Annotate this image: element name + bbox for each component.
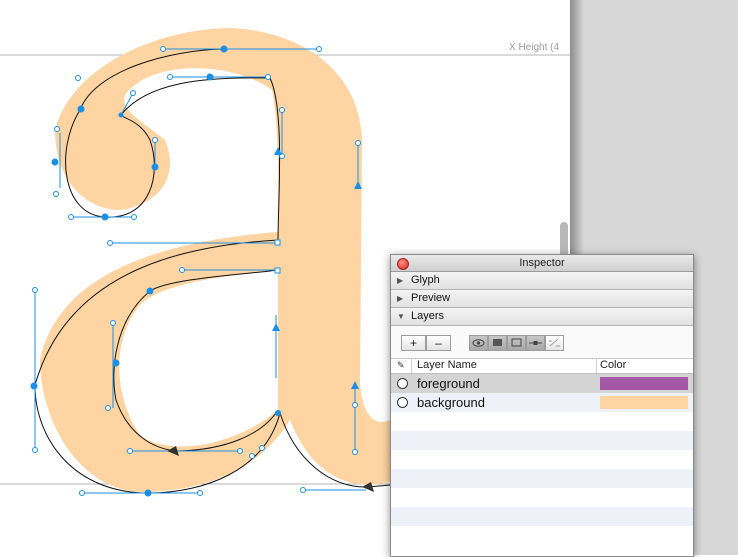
layers-table: foreground background	[391, 374, 693, 545]
empty-row	[391, 469, 693, 488]
eye-icon	[472, 339, 485, 347]
layer-name[interactable]: background	[417, 395, 485, 410]
table-row[interactable]: foreground	[391, 374, 693, 393]
inspector-panel: Inspector ▶ Glyph ▶ Preview ▼ Layers + –…	[390, 254, 694, 557]
empty-row	[391, 431, 693, 450]
disclosure-collapsed-icon: ▶	[397, 294, 404, 303]
background-glyph-fill	[40, 28, 390, 493]
empty-row	[391, 526, 693, 545]
section-layers-label: Layers	[411, 310, 445, 322]
pencil-icon: ✎	[397, 360, 405, 370]
section-preview[interactable]: ▶ Preview	[391, 290, 693, 308]
column-header-layer-name[interactable]: Layer Name	[417, 359, 477, 371]
node-line-icon	[529, 341, 542, 345]
section-layers[interactable]: ▼ Layers	[391, 308, 693, 326]
section-glyph[interactable]: ▶ Glyph	[391, 272, 693, 290]
edit-layer-radio[interactable]	[397, 378, 408, 389]
empty-row	[391, 450, 693, 469]
empty-row	[391, 412, 693, 431]
empty-row	[391, 488, 693, 507]
remove-layer-button[interactable]: –	[426, 335, 451, 351]
column-header-color[interactable]: Color	[600, 359, 626, 371]
disclosure-expanded-icon: ▼	[397, 312, 405, 321]
column-divider	[596, 359, 597, 373]
layer-name[interactable]: foreground	[417, 376, 480, 391]
x-height-label: X Height (4	[509, 42, 560, 53]
outline-toggle-button[interactable]	[507, 335, 526, 351]
nodes-toggle-button[interactable]	[526, 335, 545, 351]
xy-icon	[549, 338, 560, 347]
layer-color-swatch[interactable]	[600, 396, 688, 409]
layers-toolbar: + –	[391, 326, 693, 359]
table-row[interactable]: background	[391, 393, 693, 412]
edit-layer-radio[interactable]	[397, 397, 408, 408]
filled-square-icon	[493, 339, 502, 346]
fill-toggle-button[interactable]	[488, 335, 507, 351]
layer-color-swatch[interactable]	[600, 377, 688, 390]
empty-row	[391, 507, 693, 526]
outline-square-icon	[511, 338, 522, 347]
visibility-toggle-button[interactable]	[469, 335, 488, 351]
inspector-title: Inspector	[519, 257, 565, 269]
layers-table-header: ✎ Layer Name Color	[391, 359, 693, 374]
section-glyph-label: Glyph	[411, 274, 440, 286]
coordinates-toggle-button[interactable]	[545, 335, 564, 351]
add-layer-button[interactable]: +	[401, 335, 426, 351]
column-divider	[411, 359, 412, 373]
disclosure-collapsed-icon: ▶	[397, 276, 404, 285]
inspector-titlebar[interactable]: Inspector	[391, 255, 693, 272]
section-preview-label: Preview	[411, 292, 451, 304]
